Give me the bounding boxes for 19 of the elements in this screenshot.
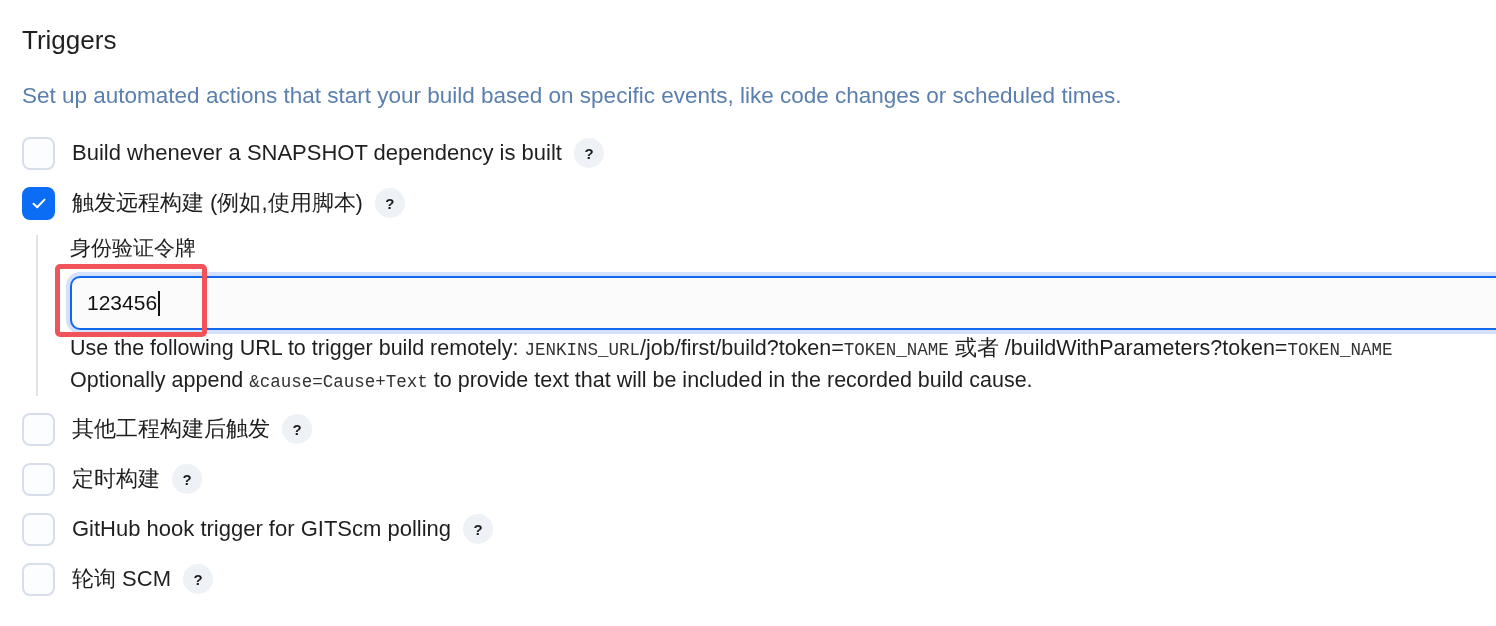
field-label: 身份验证令牌 bbox=[70, 235, 196, 261]
trigger-label: 定时构建 bbox=[72, 465, 160, 493]
trigger-label: 触发远程构建 (例如,使用脚本) bbox=[72, 189, 363, 217]
section-title: Triggers bbox=[22, 24, 118, 56]
trigger-label: Build whenever a SNAPSHOT dependency is built bbox=[72, 139, 562, 167]
help-button[interactable]: ? bbox=[183, 564, 213, 594]
help-button[interactable]: ? bbox=[374, 188, 405, 218]
help-text: Optionally append &cause=Cause+Text to provide text that will be included in the recorded build cause. bbox=[70, 367, 1034, 394]
help-button[interactable]: ? bbox=[282, 414, 312, 444]
help-text: Use the following URL to trigger build remotely: JENKINS_URL/job/first/build?token=TOKEN_NAME 或者 /buildWithParameters?token=TOKEN_NAME bbox=[70, 335, 1394, 362]
help-button[interactable]: ? bbox=[574, 138, 604, 168]
trigger-label: 其他工程构建后触发 bbox=[72, 415, 270, 443]
check-icon bbox=[31, 197, 46, 209]
trigger-label: GitHub hook trigger for GITScm polling bbox=[72, 515, 452, 543]
section-description: Set up automated actions that start your build based on specific events, like code changes or scheduled times. bbox=[22, 82, 1123, 110]
checkbox[interactable] bbox=[22, 186, 55, 220]
help-button[interactable]: ? bbox=[172, 464, 202, 494]
help-button[interactable]: ? bbox=[463, 514, 494, 544]
trigger-label: 轮询 SCM bbox=[72, 565, 171, 593]
